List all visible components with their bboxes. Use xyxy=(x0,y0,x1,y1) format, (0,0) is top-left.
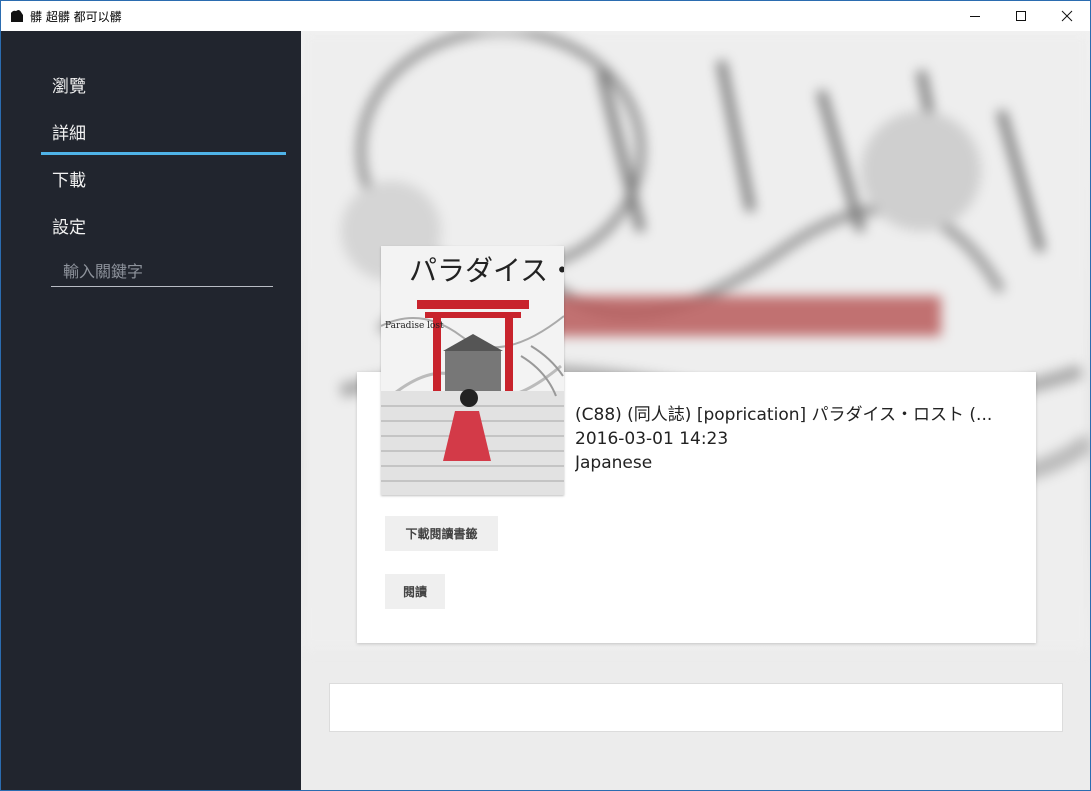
sidebar-item-browse[interactable]: 瀏覽 xyxy=(52,72,86,97)
cover-title-text: パラダイス・ロスト xyxy=(409,254,564,287)
sidebar-item-download[interactable]: 下載 xyxy=(52,166,86,191)
window-controls xyxy=(952,1,1090,31)
read-button[interactable]: 閱讀 xyxy=(385,574,445,609)
maximize-icon xyxy=(1016,11,1026,21)
app-logo-icon xyxy=(11,10,23,22)
detail-meta: (C88) (同人誌) [poprication] パラダイス・ロスト (...… xyxy=(575,403,1005,475)
search-input[interactable] xyxy=(51,256,273,286)
title-bar[interactable]: 髒 超髒 都可以髒 xyxy=(1,1,1090,31)
active-tab-indicator xyxy=(41,152,286,155)
maximize-button[interactable] xyxy=(998,1,1044,31)
gallery-title: (C88) (同人誌) [poprication] パラダイス・ロスト (... xyxy=(575,405,993,425)
minimize-icon xyxy=(970,16,980,17)
close-icon xyxy=(1061,10,1073,22)
window-title: 髒 超髒 都可以髒 xyxy=(30,9,122,24)
minimize-button[interactable] xyxy=(952,1,998,31)
cover-image[interactable]: パラダイス・ロスト Paradise lost xyxy=(381,246,564,495)
cover-subtitle-text: Paradise lost xyxy=(385,321,444,331)
gallery-date: 2016-03-01 14:23 xyxy=(575,429,729,449)
sidebar-item-settings[interactable]: 設定 xyxy=(52,213,86,238)
download-bookmark-button[interactable]: 下載閱讀書籤 xyxy=(385,516,498,551)
gallery-language: Japanese xyxy=(575,453,653,473)
close-button[interactable] xyxy=(1044,1,1090,31)
sidebar-item-detail[interactable]: 詳細 xyxy=(52,119,86,144)
search-box xyxy=(51,256,273,287)
main-panel: パラダイス・ロスト Paradise lost (C88) (同人誌) [pop… xyxy=(301,31,1090,790)
comments-panel xyxy=(329,683,1063,732)
app-window: 髒 超髒 都可以髒 瀏覽 詳細 下載 設定 輸入關鍵字 パラダイス Paradi… xyxy=(0,0,1091,791)
sidebar: 瀏覽 詳細 下載 設定 xyxy=(1,31,301,790)
